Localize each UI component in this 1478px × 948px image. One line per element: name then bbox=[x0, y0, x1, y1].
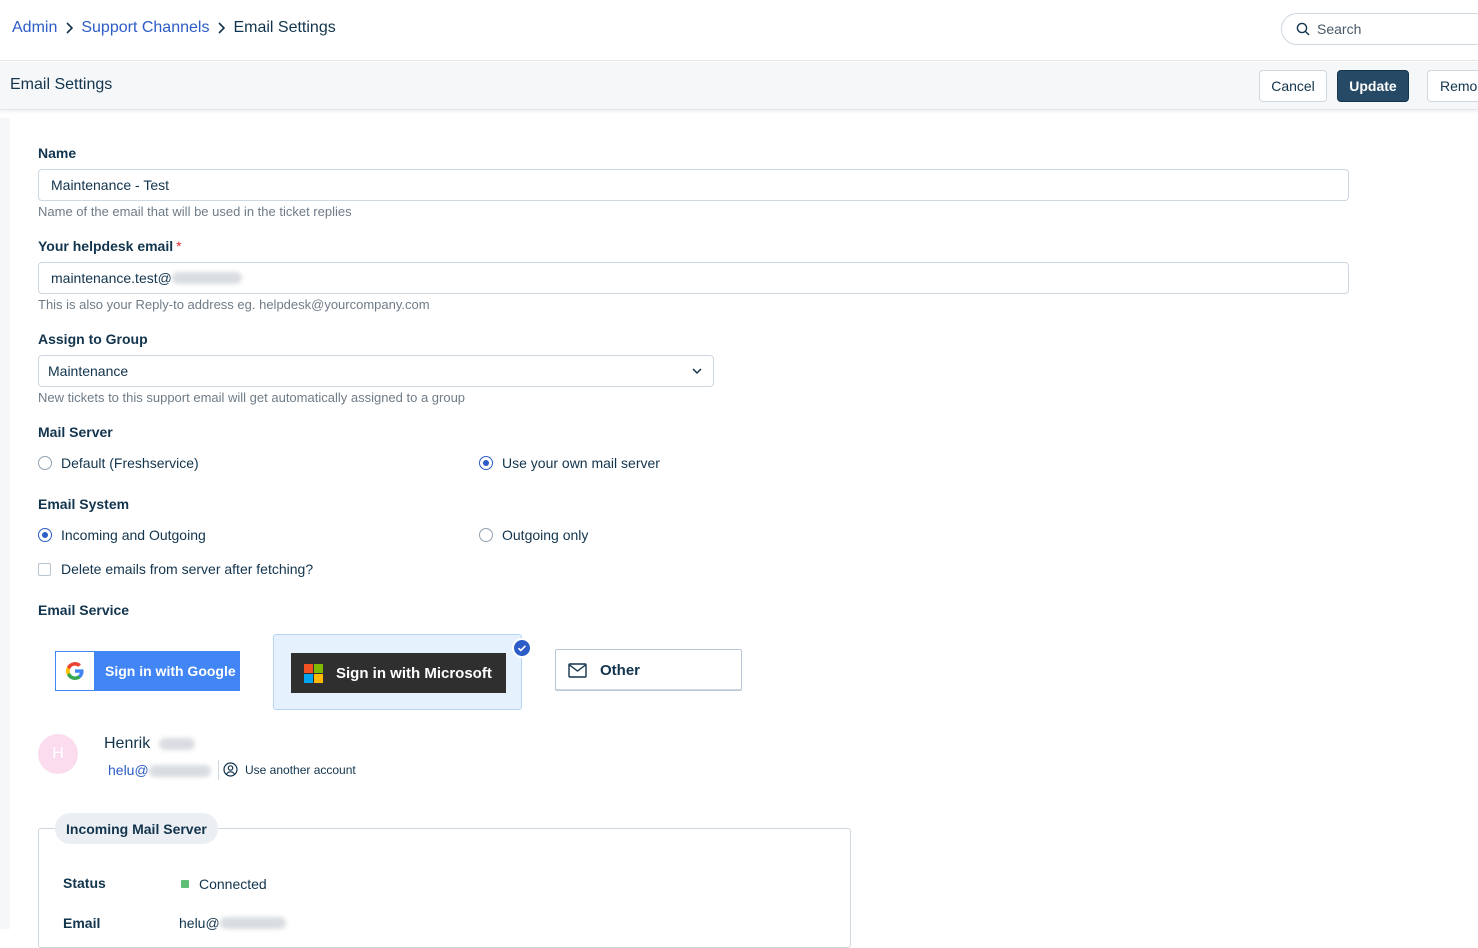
radio-button-selected[interactable] bbox=[479, 456, 493, 470]
other-service-button[interactable]: Other bbox=[555, 649, 742, 691]
search-input[interactable]: Search bbox=[1281, 13, 1478, 45]
left-gutter bbox=[0, 118, 10, 929]
mail-server-default-label: Default (Freshservice) bbox=[61, 455, 199, 471]
use-another-account-label: Use another account bbox=[245, 762, 356, 777]
delete-after-fetch-checkbox[interactable] bbox=[38, 562, 51, 576]
account-name-text: Henrik bbox=[104, 735, 151, 752]
name-label: Name bbox=[38, 145, 77, 161]
group-hint: New tickets to this support email will g… bbox=[38, 390, 466, 405]
breadcrumb: Admin Support Channels Email Settings bbox=[12, 19, 336, 37]
email-system-outgoing-only-label: Outgoing only bbox=[502, 527, 589, 543]
microsoft-logo-icon bbox=[304, 663, 323, 683]
name-hint: Name of the email that will be used in t… bbox=[38, 204, 352, 219]
cancel-button[interactable]: Cancel bbox=[1259, 70, 1327, 102]
mail-server-default-option[interactable]: Default (Freshservice) bbox=[38, 455, 199, 471]
helpdesk-email-value: maintenance.test@ bbox=[51, 270, 172, 286]
mail-server-own-option[interactable]: Use your own mail server bbox=[479, 455, 660, 471]
breadcrumb-support-channels[interactable]: Support Channels bbox=[81, 19, 209, 37]
delete-after-fetch-label: Delete emails from server after fetching… bbox=[61, 561, 314, 577]
email-system-incoming-outgoing-option[interactable]: Incoming and Outgoing bbox=[38, 527, 206, 543]
helpdesk-email-hint: This is also your Reply-to address eg. h… bbox=[38, 297, 430, 312]
radio-button[interactable] bbox=[479, 528, 493, 542]
required-marker: * bbox=[176, 238, 182, 254]
group-label: Assign to Group bbox=[38, 331, 148, 347]
name-value: Maintenance - Test bbox=[51, 177, 170, 193]
mail-server-label: Mail Server bbox=[38, 424, 113, 440]
group-selected-value: Maintenance bbox=[48, 363, 129, 379]
status-value-text: Connected bbox=[199, 876, 267, 892]
email-system-outgoing-only-option[interactable]: Outgoing only bbox=[479, 527, 588, 543]
google-logo-icon bbox=[56, 652, 94, 690]
delete-after-fetch-option[interactable]: Delete emails from server after fetching… bbox=[38, 561, 313, 577]
status-label: Status bbox=[63, 875, 106, 891]
incoming-mail-server-panel bbox=[38, 828, 851, 948]
chevron-down-icon bbox=[692, 368, 702, 375]
avatar: H bbox=[38, 734, 78, 774]
radio-button[interactable] bbox=[38, 456, 52, 470]
mail-icon bbox=[568, 662, 587, 678]
sign-in-microsoft-button[interactable]: Sign in with Microsoft bbox=[291, 653, 506, 693]
use-another-account-link[interactable]: Use another account bbox=[223, 762, 356, 777]
sign-in-microsoft-label: Sign in with Microsoft bbox=[336, 664, 492, 682]
sign-in-google-label: Sign in with Google bbox=[105, 663, 236, 679]
sign-in-microsoft-card[interactable]: Sign in with Microsoft bbox=[273, 634, 532, 710]
email-system-label: Email System bbox=[38, 496, 130, 512]
other-service-label: Other bbox=[600, 661, 641, 679]
email-service-label: Email Service bbox=[38, 602, 130, 618]
divider bbox=[218, 760, 219, 780]
group-select[interactable]: Maintenance bbox=[38, 355, 714, 387]
top-bar: Admin Support Channels Email Settings Se… bbox=[0, 0, 1478, 61]
incoming-mail-server-legend: Incoming Mail Server bbox=[55, 813, 218, 844]
page-header: Email Settings Cancel Update Remo bbox=[0, 62, 1478, 110]
mail-server-own-label: Use your own mail server bbox=[502, 455, 660, 471]
breadcrumb-current: Email Settings bbox=[233, 19, 336, 36]
email-system-incoming-outgoing-label: Incoming and Outgoing bbox=[61, 527, 206, 543]
status-dot-icon bbox=[181, 880, 189, 888]
account-name: Henrik bbox=[104, 735, 195, 753]
user-circle-icon bbox=[223, 762, 238, 777]
search-icon bbox=[1296, 22, 1310, 36]
chevron-right-icon bbox=[65, 22, 74, 34]
breadcrumb-admin[interactable]: Admin bbox=[12, 19, 57, 37]
selected-check-icon bbox=[512, 638, 532, 658]
account-email-text: helu@ bbox=[108, 762, 149, 778]
helpdesk-email-label: Your helpdesk email * bbox=[38, 238, 182, 254]
search-placeholder: Search bbox=[1317, 21, 1362, 37]
redacted-domain bbox=[148, 765, 211, 778]
account-email: helu@ bbox=[108, 762, 211, 778]
sign-in-google-button[interactable]: Sign in with Google bbox=[55, 651, 240, 691]
name-field[interactable]: Maintenance - Test bbox=[38, 169, 1349, 201]
status-value: Connected bbox=[179, 876, 267, 892]
page-title: Email Settings bbox=[10, 76, 113, 93]
chevron-right-icon bbox=[217, 22, 226, 34]
helpdesk-email-field[interactable]: maintenance.test@ bbox=[38, 262, 1349, 294]
redacted-domain bbox=[219, 917, 286, 929]
helpdesk-email-label-text: Your helpdesk email bbox=[38, 238, 174, 254]
update-button[interactable]: Update bbox=[1337, 70, 1409, 102]
redacted-surname bbox=[158, 737, 195, 750]
remove-button[interactable]: Remo bbox=[1427, 70, 1478, 102]
radio-button-selected[interactable] bbox=[38, 528, 52, 542]
redacted-domain bbox=[171, 272, 242, 284]
